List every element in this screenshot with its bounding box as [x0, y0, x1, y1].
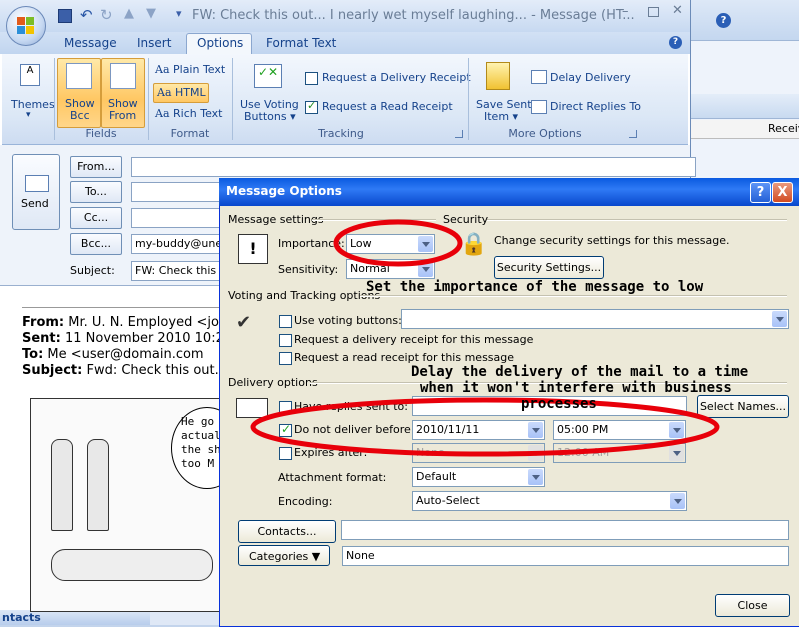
delivery-annotation-line-2: when it won't interfere with business [420, 380, 732, 396]
annotation-overlay [250, 219, 720, 457]
delivery-annotation-line-3: processes [521, 396, 597, 412]
office-button[interactable] [6, 6, 46, 46]
delivery-highlight-ellipse [250, 397, 720, 457]
delivery-annotation-line-1: Delay the delivery of the mail to a time [411, 364, 749, 380]
importance-highlight-ellipse [333, 219, 463, 267]
importance-annotation: Set the importance of the message to low [366, 279, 704, 295]
office-logo-icon [17, 17, 35, 35]
